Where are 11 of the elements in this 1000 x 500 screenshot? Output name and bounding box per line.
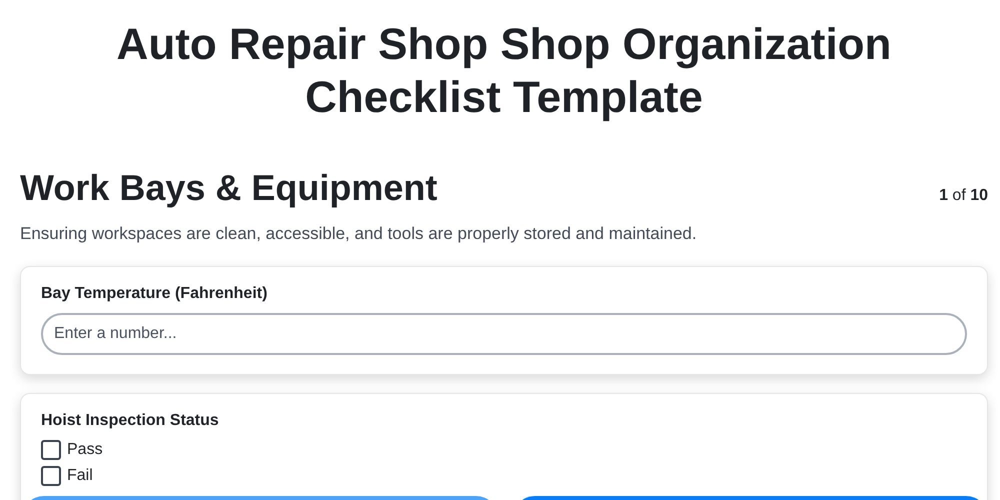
page-counter: 1 of 10 (939, 187, 988, 205)
option-label: Pass (67, 441, 103, 459)
question-label: Hoist Inspection Status (41, 412, 220, 430)
section-heading: Work Bays & Equipment (20, 167, 438, 209)
option-label: Fail (67, 467, 93, 485)
question-label: Bay Temperature (Fahrenheit) (41, 285, 268, 303)
number-input-field[interactable]: Enter a number... (41, 313, 967, 355)
page-title: Auto Repair Shop Shop Organization Checklist Template (116, 19, 892, 124)
checkbox[interactable] (41, 440, 61, 460)
section-description: Ensuring workspaces are clean, accessible, and tools are properly stored and maintained. (20, 224, 698, 244)
checkbox[interactable] (41, 466, 61, 486)
